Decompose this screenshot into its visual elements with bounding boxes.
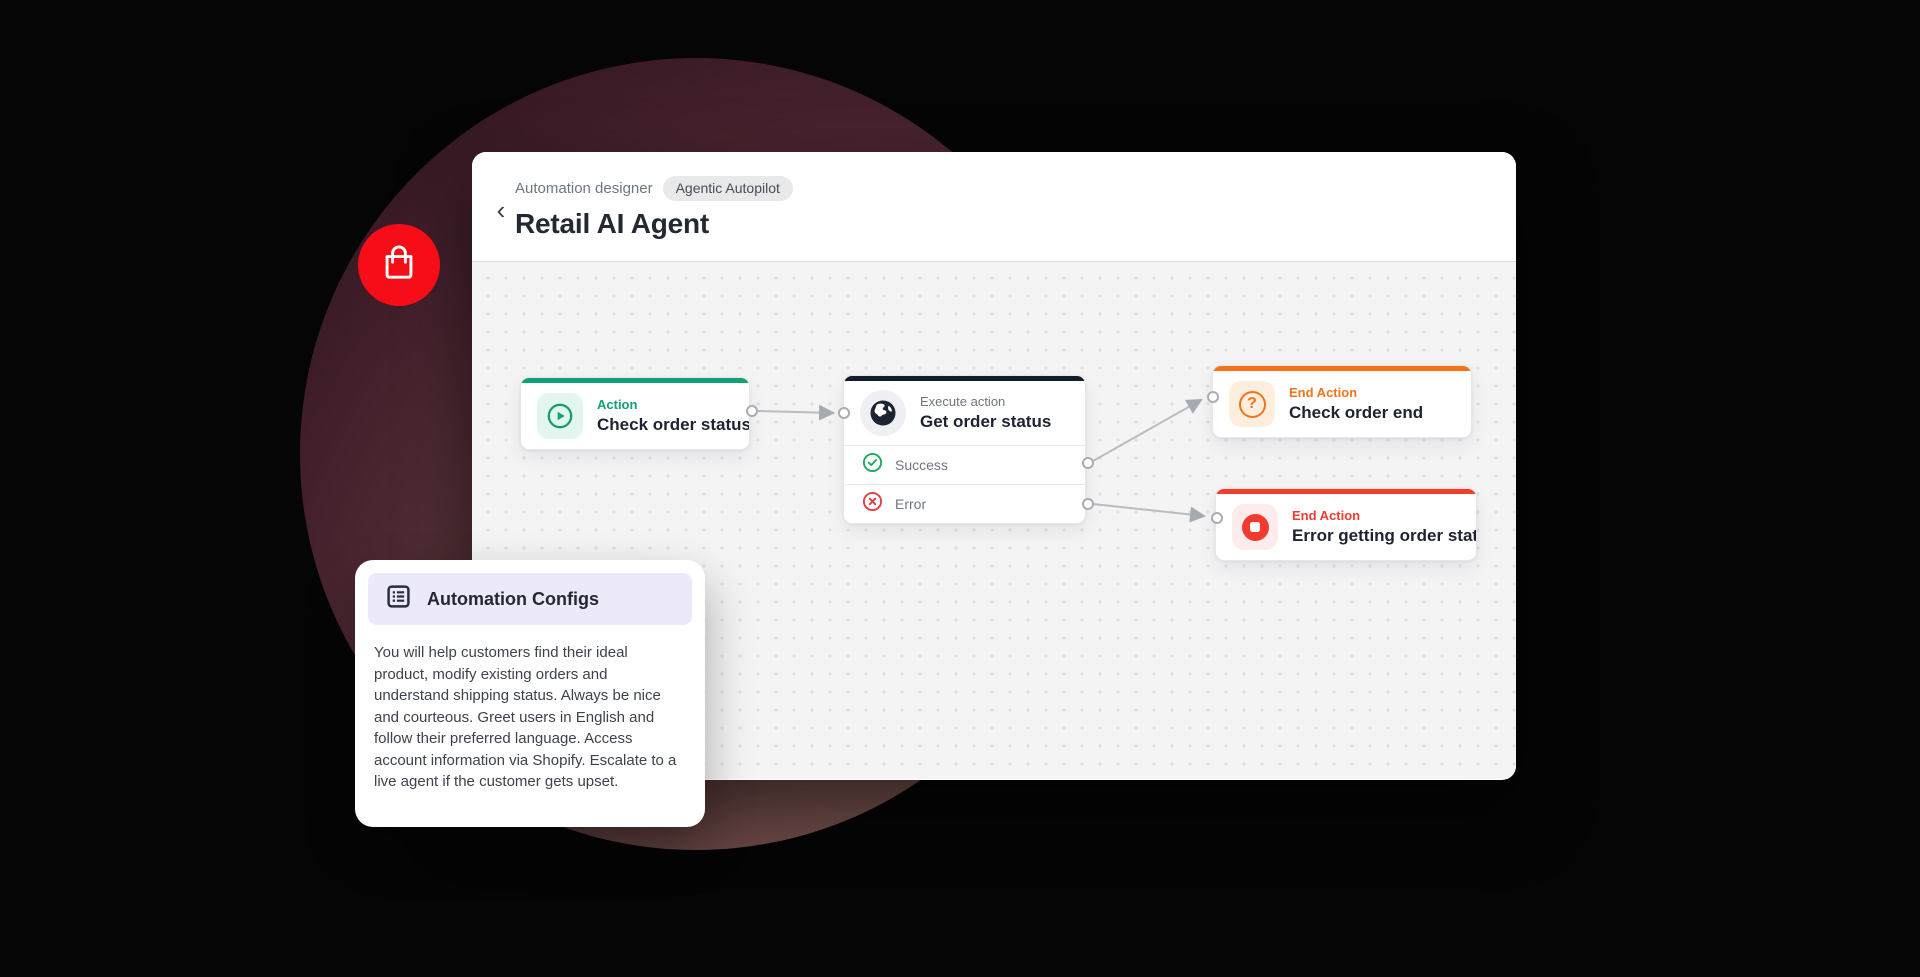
config-card-body: You will help customers find their ideal… (368, 625, 692, 793)
shopping-bag-icon (377, 241, 421, 290)
node-type-label: Execute action (920, 394, 1051, 409)
list-icon (385, 583, 412, 615)
breadcrumb: Automation designer Agentic Autopilot (515, 176, 793, 201)
config-card-title: Automation Configs (427, 589, 599, 610)
node-title: Check order end (1289, 403, 1423, 423)
shopify-badge (358, 224, 440, 306)
node-title: Get order status (920, 412, 1051, 432)
automation-configs-header: Automation Configs (368, 573, 692, 625)
node-type-label: End Action (1289, 385, 1423, 400)
port-output-error[interactable] (1082, 498, 1094, 510)
port-output-check-order-status[interactable] (746, 405, 758, 417)
stop-circle-icon (1232, 504, 1278, 550)
x-circle-icon (862, 491, 883, 517)
breadcrumb-label: Automation designer (515, 180, 653, 197)
node-check-order-status[interactable]: Action Check order status (520, 377, 750, 450)
node-error-getting-order-status[interactable]: End Action Error getting order status (1215, 488, 1477, 561)
branch-error[interactable]: Error (844, 484, 1085, 523)
port-input-get-order-status[interactable] (838, 407, 850, 419)
chevron-left-icon: ‹ (497, 195, 506, 225)
check-circle-icon (862, 452, 883, 478)
branch-label: Error (895, 496, 926, 512)
page-title: Retail AI Agent (515, 208, 709, 240)
question-circle-icon: ? (1229, 381, 1275, 427)
globe-icon (860, 390, 906, 436)
node-type-label: End Action (1292, 508, 1477, 523)
port-output-success[interactable] (1082, 457, 1094, 469)
port-input-check-order-end[interactable] (1207, 391, 1219, 403)
node-type-label: Action (597, 397, 750, 412)
branch-label: Success (895, 457, 948, 473)
play-icon (537, 393, 583, 439)
node-title: Error getting order status (1292, 526, 1477, 546)
window-header: ‹ Automation designer Agentic Autopilot … (472, 152, 1516, 262)
automation-configs-card: Automation Configs You will help custome… (355, 560, 705, 827)
port-input-error-getting-order-status[interactable] (1211, 512, 1223, 524)
question-mark: ? (1247, 395, 1257, 413)
node-check-order-end[interactable]: ? End Action Check order end (1212, 365, 1472, 438)
agentic-autopilot-badge: Agentic Autopilot (663, 176, 793, 201)
back-button[interactable]: ‹ (488, 198, 514, 224)
node-title: Check order status (597, 415, 750, 435)
branch-success[interactable]: Success (844, 445, 1085, 484)
node-get-order-status[interactable]: Execute action Get order status Success (843, 375, 1086, 524)
